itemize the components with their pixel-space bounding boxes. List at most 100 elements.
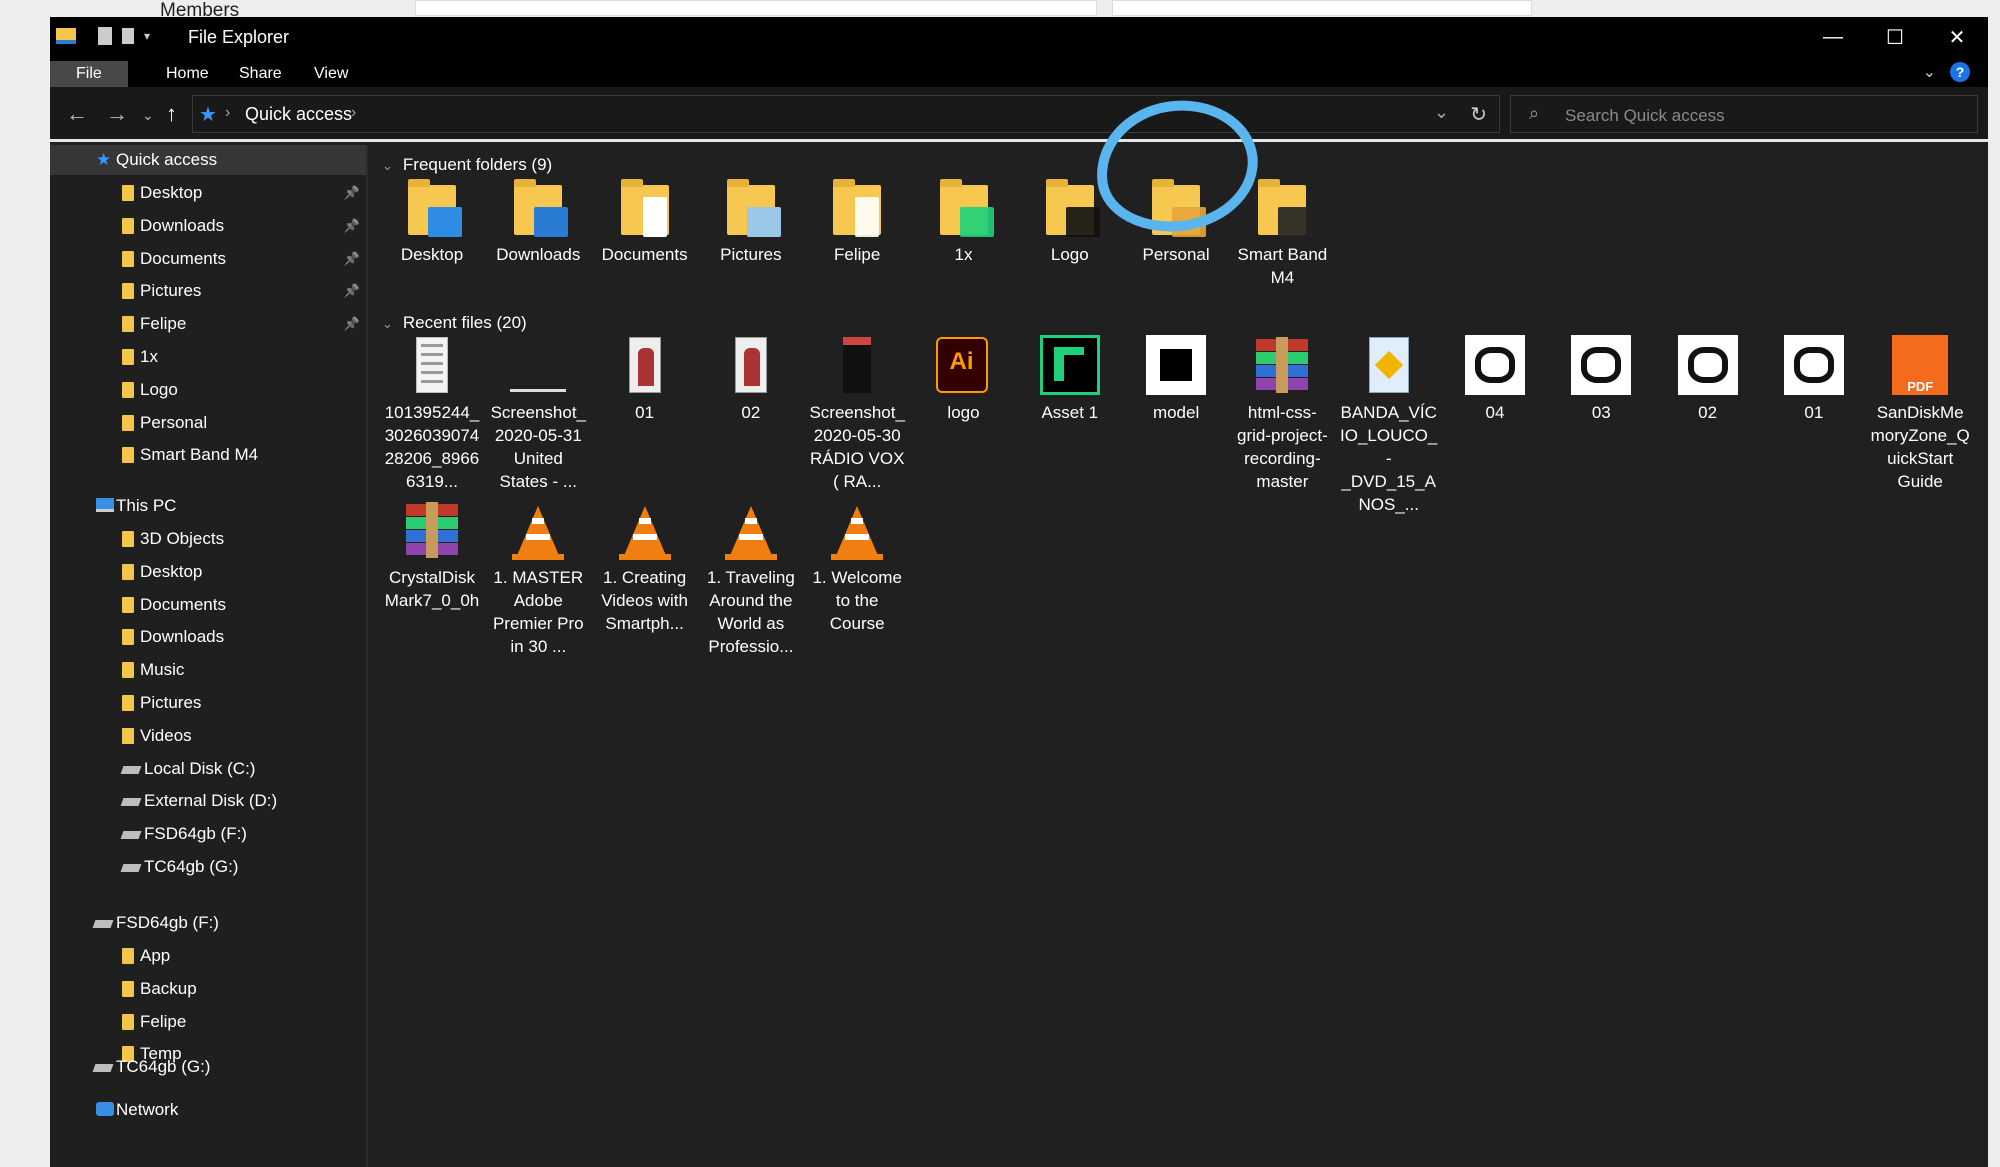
sidebar-item-quick[interactable]: Desktop 📌: [50, 178, 366, 208]
recent-file-tile[interactable]: 1. Creating Videos with Smartph...: [595, 500, 695, 635]
band-image-icon: [1465, 335, 1525, 395]
sidebar-item-fsd[interactable]: Felipe: [50, 1007, 366, 1037]
recent-file-tile[interactable]: 101395244_302603907428206_89666319...: [382, 335, 482, 493]
pin-icon[interactable]: 📌: [344, 178, 360, 208]
pin-icon[interactable]: 📌: [344, 309, 360, 339]
tab-share[interactable]: Share: [217, 61, 304, 87]
tile-label: model: [1152, 403, 1200, 422]
sidebar-item-network[interactable]: Network: [50, 1095, 366, 1125]
breadcrumb-separator-icon[interactable]: ›: [351, 104, 356, 122]
tile-label: Screenshot_2020-05-31 United States - ..…: [490, 403, 587, 491]
recent-file-tile[interactable]: Ai logo: [914, 335, 1014, 424]
drive-icon: [120, 765, 142, 774]
recent-file-tile[interactable]: Asset 1: [1020, 335, 1120, 424]
search-box[interactable]: ⌕ Search Quick access: [1510, 95, 1978, 133]
tile-label: 1x: [954, 245, 973, 264]
sidebar-item-pc[interactable]: Local Disk (C:): [50, 754, 366, 784]
close-button[interactable]: ✕: [1926, 17, 1988, 57]
recent-file-tile[interactable]: 02: [701, 335, 801, 424]
tab-view[interactable]: View: [292, 61, 370, 87]
sidebar-item-quick[interactable]: Pictures 📌: [50, 276, 366, 306]
recent-file-tile[interactable]: 02: [1658, 335, 1758, 424]
folder-icon: [615, 177, 675, 237]
sidebar-item-quick-access[interactable]: ★ Quick access: [50, 145, 366, 175]
recent-file-tile[interactable]: 04: [1445, 335, 1545, 424]
forward-arrow-icon[interactable]: →: [106, 101, 128, 127]
tab-file[interactable]: File: [50, 61, 128, 87]
properties-icon[interactable]: [98, 27, 112, 45]
pin-icon[interactable]: 📌: [344, 276, 360, 306]
tile-label: Screenshot_2020-05-30 RÁDIO VOX ( RA...: [809, 403, 905, 491]
customize-quick-access-icon[interactable]: ▾: [144, 29, 150, 43]
collapse-chevron-icon[interactable]: ⌄: [382, 316, 393, 331]
sidebar-item-quick[interactable]: Documents 📌: [50, 244, 366, 274]
folder-icon: [122, 316, 134, 333]
recent-file-tile[interactable]: Screenshot_2020-05-30 RÁDIO VOX ( RA...: [807, 335, 907, 493]
breadcrumb-quick-access[interactable]: Quick access: [245, 104, 352, 125]
sidebar-item-quick[interactable]: Logo: [50, 375, 366, 405]
sidebar-item-pc[interactable]: Documents: [50, 590, 366, 620]
frequent-folder-tile[interactable]: 1x: [914, 177, 1014, 266]
sidebar-item-this-pc[interactable]: This PC: [50, 491, 366, 521]
sidebar-item-label: Smart Band M4: [140, 445, 259, 465]
recent-file-tile[interactable]: 1. Traveling Around the World as Profess…: [701, 500, 801, 658]
minimize-button[interactable]: —: [1802, 17, 1864, 57]
recent-file-tile[interactable]: 03: [1551, 335, 1651, 424]
sidebar-item-pc[interactable]: Downloads: [50, 622, 366, 652]
new-folder-icon[interactable]: [122, 28, 134, 44]
folder-icon: [1252, 177, 1313, 237]
sidebar-item-quick[interactable]: Smart Band M4: [50, 440, 366, 470]
frequent-folder-tile[interactable]: Documents: [595, 177, 695, 266]
sidebar-item-pc[interactable]: FSD64gb (F:): [50, 819, 366, 849]
help-icon[interactable]: ?: [1950, 62, 1970, 82]
sidebar-item-quick[interactable]: 1x: [50, 342, 366, 372]
sidebar-item-tc-drive[interactable]: TC64gb (G:): [50, 1052, 366, 1082]
breadcrumb-separator-icon[interactable]: ›: [225, 104, 230, 122]
frequent-folder-tile[interactable]: Downloads: [488, 177, 588, 266]
recent-file-tile[interactable]: html-css-grid-project-recording-master: [1232, 335, 1332, 493]
expand-ribbon-icon[interactable]: ⌄: [1923, 62, 1936, 82]
up-arrow-icon[interactable]: ↑: [166, 101, 177, 127]
recent-file-tile[interactable]: 01: [1764, 335, 1864, 424]
sidebar-item-pc[interactable]: 3D Objects: [50, 524, 366, 554]
drive-icon: [120, 798, 142, 807]
sidebar-item-pc[interactable]: TC64gb (G:): [50, 852, 366, 882]
recent-file-tile[interactable]: model: [1126, 335, 1226, 424]
refresh-icon[interactable]: ↻: [1470, 102, 1487, 127]
recent-files-header[interactable]: ⌄ Recent files (20): [382, 313, 527, 333]
sidebar-item-fsd[interactable]: Backup: [50, 974, 366, 1004]
screenshot-icon: [827, 335, 887, 395]
sidebar-item-pc[interactable]: Music: [50, 655, 366, 685]
sidebar-item-quick[interactable]: Felipe 📌: [50, 309, 366, 339]
pin-icon[interactable]: 📌: [344, 211, 360, 241]
recent-locations-chevron-icon[interactable]: ⌄: [142, 107, 154, 124]
frequent-folders-header[interactable]: ⌄ Frequent folders (9): [382, 155, 552, 175]
recent-file-tile[interactable]: Screenshot_2020-05-31 United States - ..…: [488, 335, 588, 493]
sidebar-item-quick[interactable]: Personal: [50, 408, 366, 438]
maximize-button[interactable]: ☐: [1864, 17, 1926, 57]
sidebar-item-pc[interactable]: Pictures: [50, 688, 366, 718]
recent-file-tile[interactable]: CrystalDiskMark7_0_0h: [382, 500, 482, 612]
back-arrow-icon[interactable]: ←: [66, 101, 88, 127]
recent-file-tile[interactable]: BANDA_VÍCIO_LOUCO_-_DVD_15_ANOS_...: [1339, 335, 1439, 516]
tile-label: 02: [1698, 403, 1718, 422]
frequent-folder-tile[interactable]: Pictures: [701, 177, 801, 266]
collapse-chevron-icon[interactable]: ⌄: [382, 158, 393, 173]
sidebar-item-fsd-drive[interactable]: FSD64gb (F:): [50, 908, 366, 938]
recent-file-tile[interactable]: 1. Welcome to the Course: [807, 500, 907, 635]
pin-icon[interactable]: 📌: [344, 244, 360, 274]
frequent-folder-tile[interactable]: Felipe: [807, 177, 907, 266]
address-bar[interactable]: ★ › Quick access › ⌄ ↻: [192, 95, 1500, 133]
vlc-icon: [721, 500, 781, 560]
frequent-folder-tile[interactable]: Desktop: [382, 177, 482, 266]
recent-file-tile[interactable]: PDF SanDiskMemoryZone_QuickStart Guide: [1870, 335, 1970, 493]
sidebar-item-pc[interactable]: Desktop: [50, 557, 366, 587]
recent-file-tile[interactable]: 01: [595, 335, 695, 424]
sidebar-item-fsd[interactable]: App: [50, 941, 366, 971]
recent-file-tile[interactable]: 1. MASTER Adobe Premier Pro in 30 ...: [488, 500, 588, 658]
sidebar-item-quick[interactable]: Downloads 📌: [50, 211, 366, 241]
sidebar-item-pc[interactable]: Videos: [50, 721, 366, 751]
sidebar-item-pc[interactable]: External Disk (D:): [50, 786, 366, 816]
address-dropdown-icon[interactable]: ⌄: [1434, 102, 1449, 123]
tile-label: 01: [635, 403, 655, 422]
